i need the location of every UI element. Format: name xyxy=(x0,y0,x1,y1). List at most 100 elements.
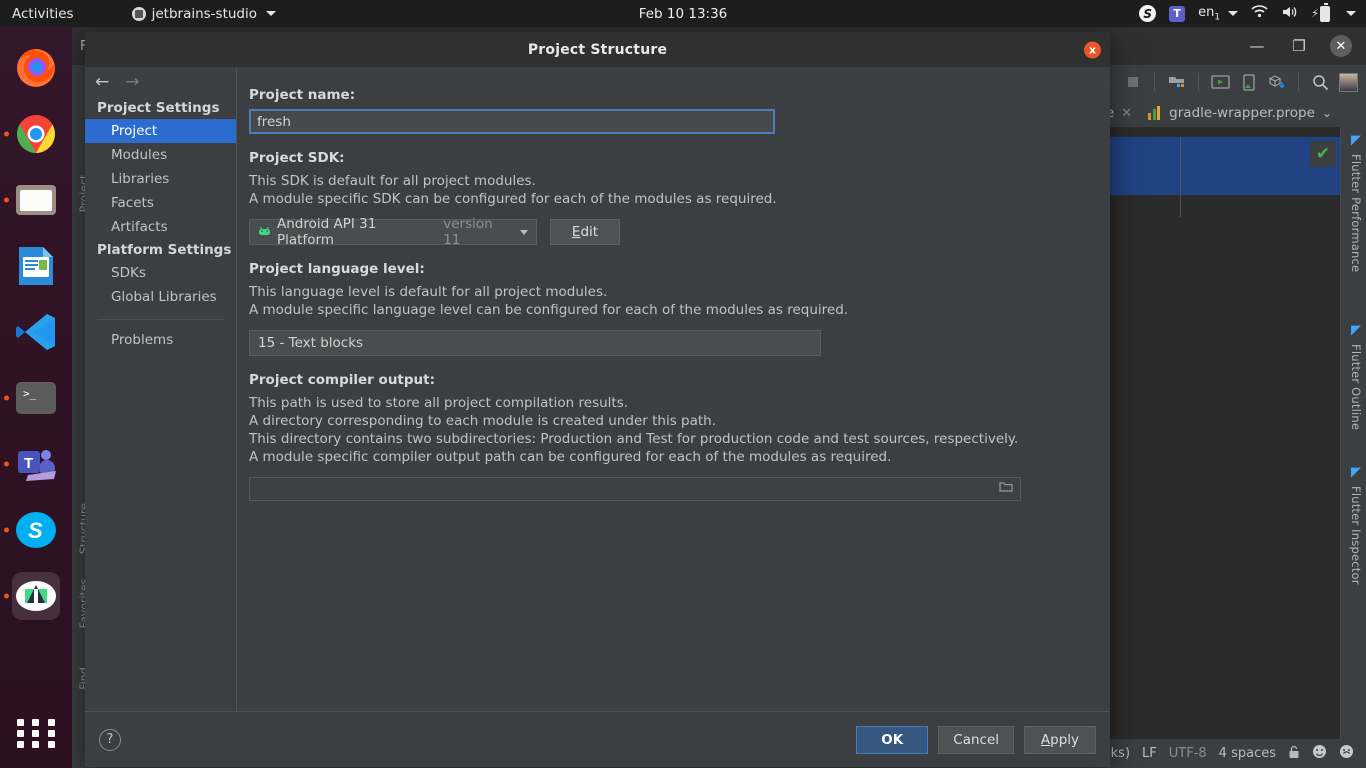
jetbrains-studio-icon xyxy=(131,6,146,21)
sdk-manager-icon[interactable] xyxy=(1267,73,1286,92)
edit-sdk-button[interactable]: Edit xyxy=(550,219,620,245)
input-language-indicator[interactable]: en1 xyxy=(1198,5,1239,22)
activities-button[interactable]: Activities xyxy=(2,6,84,22)
close-icon[interactable]: ✕ xyxy=(1121,106,1132,121)
sidebar-item-modules[interactable]: Modules xyxy=(85,143,236,167)
dock-item-vscode[interactable] xyxy=(12,308,60,356)
compiler-output-desc-1: This path is used to store all project c… xyxy=(249,395,629,411)
apply-button-accel: A xyxy=(1040,731,1051,748)
toolbar-divider xyxy=(1298,73,1299,91)
chevron-down-icon[interactable] xyxy=(1346,11,1356,16)
nav-forward-button[interactable]: → xyxy=(125,73,139,91)
sdk-device-icon[interactable] xyxy=(1239,73,1258,92)
folder-icon[interactable] xyxy=(999,481,1013,497)
editor-tab-gradle-wrapper-label: gradle-wrapper.prope xyxy=(1169,105,1315,121)
editor-selection-block xyxy=(1100,137,1340,195)
tool-window-flutter-outline[interactable]: ◤ Flutter Outline xyxy=(1349,323,1363,430)
ok-button[interactable]: OK xyxy=(856,725,929,754)
chevron-down-icon[interactable]: ⌄ xyxy=(1322,106,1332,120)
chevron-down-icon xyxy=(520,229,528,235)
cancel-button[interactable]: Cancel xyxy=(938,725,1014,754)
project-structure-icon[interactable] xyxy=(1167,73,1186,92)
sidebar-item-libraries[interactable]: Libraries xyxy=(85,167,236,191)
dock-item-files[interactable] xyxy=(4,176,60,224)
tool-window-flutter-inspector-label: Flutter Inspector xyxy=(1349,486,1363,585)
avatar[interactable] xyxy=(1339,72,1358,92)
stop-icon[interactable] xyxy=(1123,73,1142,92)
project-structure-dialog: Project Structure x ← → Project Settings… xyxy=(85,32,1110,767)
running-indicator xyxy=(4,461,9,467)
dock-item-libreoffice-writer[interactable] xyxy=(12,242,60,290)
app-menu-button[interactable]: jetbrains-studio xyxy=(131,5,277,22)
apply-button[interactable]: Apply xyxy=(1024,725,1096,754)
status-line-ending[interactable]: LF xyxy=(1142,746,1157,761)
svg-text:T: T xyxy=(24,455,33,472)
skype-tray-icon[interactable]: S xyxy=(1139,5,1157,22)
project-sdk-value: Android API 31 Platform xyxy=(277,216,377,248)
help-button[interactable]: ? xyxy=(99,728,121,751)
teams-tray-icon[interactable]: T xyxy=(1169,5,1186,22)
toolbar-divider xyxy=(1198,73,1199,91)
minimize-icon[interactable]: — xyxy=(1246,35,1268,57)
editor-tab-gradle-wrapper[interactable]: gradle-wrapper.prope ⌄ xyxy=(1140,102,1340,124)
dialog-body: ← → Project Settings Project Modules Lib… xyxy=(85,67,1110,711)
project-name-label: Project name: xyxy=(249,87,356,103)
compiler-output-desc-2: A directory corresponding to each module… xyxy=(249,413,717,429)
sidebar-group-platform-settings: Platform Settings xyxy=(97,242,232,258)
maximize-icon[interactable]: ❐ xyxy=(1288,35,1310,57)
avd-manager-icon[interactable] xyxy=(1211,73,1230,92)
search-icon[interactable] xyxy=(1311,73,1330,92)
battery-charging-icon[interactable]: ⚡ xyxy=(1311,3,1330,22)
project-sdk-version: version 11 xyxy=(443,216,493,248)
running-indicator xyxy=(4,593,9,599)
compiler-output-path-input[interactable] xyxy=(249,477,1021,501)
show-applications-button[interactable] xyxy=(15,712,57,754)
system-tray: S T en1 ⚡ xyxy=(1139,3,1366,23)
close-icon[interactable]: x xyxy=(1084,41,1101,58)
sidebar-item-sdks[interactable]: SDKs xyxy=(85,261,236,285)
dock-item-firefox[interactable] xyxy=(12,44,60,92)
sidebar-item-artifacts[interactable]: Artifacts xyxy=(85,215,236,239)
project-sdk-combobox[interactable]: Android API 31 Platform version 11 xyxy=(249,216,537,248)
sad-face-icon[interactable] xyxy=(1339,744,1354,763)
compiler-output-desc-3: This directory contains two subdirectori… xyxy=(249,431,1019,447)
project-sdk-desc-1: This SDK is default for all project modu… xyxy=(249,173,536,189)
status-indent[interactable]: 4 spaces xyxy=(1219,746,1276,761)
status-encoding[interactable]: UTF-8 xyxy=(1169,746,1207,761)
editor-gutter-divider xyxy=(1180,137,1181,217)
dock-item-skype[interactable]: S xyxy=(4,506,60,554)
sidebar-item-facets[interactable]: Facets xyxy=(85,191,236,215)
gnome-top-panel: Activities jetbrains-studio Feb 10 13:36… xyxy=(0,0,1366,27)
inspection-status-icon[interactable]: ✔ xyxy=(1310,141,1336,167)
language-level-desc-1: This language level is default for all p… xyxy=(249,284,608,300)
close-icon[interactable]: ✕ xyxy=(1330,35,1352,57)
sidebar-item-project[interactable]: Project xyxy=(85,119,236,143)
android-icon xyxy=(258,225,271,239)
tool-window-flutter-inspector[interactable]: ◤ Flutter Inspector xyxy=(1349,465,1363,585)
dialog-sidebar: ← → Project Settings Project Modules Lib… xyxy=(85,67,237,711)
sidebar-item-problems[interactable]: Problems xyxy=(85,328,236,352)
lock-icon[interactable] xyxy=(1288,745,1300,763)
dock-item-terminal[interactable]: >_ xyxy=(4,374,60,422)
happy-face-icon[interactable] xyxy=(1312,744,1327,763)
wifi-icon[interactable] xyxy=(1251,5,1268,22)
tool-window-flutter-performance[interactable]: ◤ Flutter Performance xyxy=(1349,133,1363,272)
dock-item-teams[interactable]: T xyxy=(4,440,60,488)
tool-window-flutter-outline-label: Flutter Outline xyxy=(1349,344,1363,431)
sidebar-divider xyxy=(97,319,224,320)
app-menu-label: jetbrains-studio xyxy=(151,5,258,22)
dialog-title-bar: Project Structure x xyxy=(85,32,1110,67)
dock-item-chrome[interactable] xyxy=(4,110,60,158)
flutter-icon: ◤ xyxy=(1351,133,1361,148)
language-level-combobox[interactable]: 15 - Text blocks xyxy=(249,330,821,356)
volume-icon[interactable] xyxy=(1281,5,1298,23)
project-name-input[interactable] xyxy=(249,109,775,134)
dialog-footer: ? OK Cancel Apply xyxy=(85,711,1110,767)
dock-item-android-studio[interactable] xyxy=(4,572,60,620)
nav-back-button[interactable]: ← xyxy=(95,73,109,91)
svg-text:S: S xyxy=(28,518,43,543)
screen: F — ❐ ✕ ✕ gradle-wrapper.prope ⌄ ✔ Proje… xyxy=(0,0,1366,768)
running-indicator xyxy=(4,197,9,203)
sidebar-item-global-libraries[interactable]: Global Libraries xyxy=(85,285,236,309)
tool-window-flutter-performance-label: Flutter Performance xyxy=(1349,154,1363,273)
